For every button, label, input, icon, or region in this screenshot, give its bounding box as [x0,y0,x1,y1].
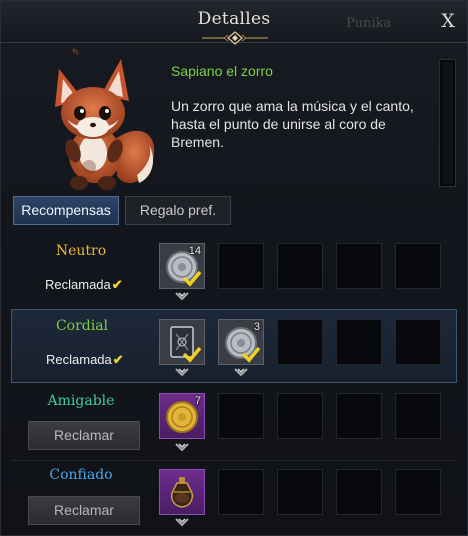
window-title: Detalles [197,9,271,29]
empty-reward-slot [277,469,323,515]
details-window: Punika Detalles X Sapiano el zorro Un zo… [0,0,468,536]
pet-name: Sapiano el zorro [171,63,273,79]
claim-button[interactable]: Reclamar [28,421,140,450]
tab-recompensas[interactable]: Recompensas [13,196,119,225]
tier-row-confiado: Confiado Reclamar [11,461,457,535]
fox-pet-portrait [55,48,155,190]
expand-chevron-icon[interactable] [174,517,190,527]
description-scrollbar[interactable] [439,59,456,187]
claimed-status: Reclamada✔ [46,352,124,368]
reward-quantity: 14 [188,245,201,257]
title-ornament-icon [202,31,268,45]
tier-row-cordial: Cordial Reclamada✔ 3 [11,309,457,383]
reward-slot[interactable] [159,469,205,515]
reward-slot[interactable]: 3 [218,319,264,365]
reward-slot[interactable] [159,319,205,365]
empty-reward-slot [218,393,264,439]
claimed-status: Reclamada✔ [45,277,123,293]
window-header: Punika Detalles X [1,1,467,45]
expand-chevron-icon[interactable] [174,367,190,377]
empty-reward-slot [336,469,382,515]
reward-slot[interactable]: 14 [159,243,205,289]
scrollbar-thumb[interactable] [442,62,453,184]
affinity-rewards-list: Neutro Reclamada✔ 14 Cordial Reclamada✔ … [11,233,457,536]
expand-chevron-icon[interactable] [174,291,190,301]
empty-reward-slot [395,319,441,365]
tier-name: Neutro [55,243,107,259]
empty-reward-slot [336,393,382,439]
check-icon: ✔ [111,277,123,292]
potion-flask-icon [170,477,194,508]
reward-slot[interactable]: 7 [159,393,205,439]
reward-quantity: 7 [194,395,201,407]
claimed-check-icon [241,346,261,363]
empty-reward-slot [336,243,382,289]
empty-reward-slot [218,243,264,289]
empty-reward-slot [336,319,382,365]
claimed-label: Reclamada [45,277,111,292]
empty-reward-slot [395,243,441,289]
tier-row-amigable: Amigable Reclamar 7 [11,385,457,459]
claimed-label: Reclamada [46,352,112,367]
claimed-check-icon [182,346,202,363]
empty-reward-slot [277,243,323,289]
empty-reward-slot [218,469,264,515]
empty-reward-slot [277,393,323,439]
pet-description: Un zorro que ama la música y el canto, h… [171,98,414,150]
close-button[interactable]: X [435,8,461,34]
tab-regalo-pref[interactable]: Regalo pref. [125,196,231,225]
tier-name: Cordial [55,318,109,334]
tier-name: Amigable [47,393,115,409]
reward-quantity: 3 [253,321,260,333]
empty-reward-slot [395,393,441,439]
tier-row-neutro: Neutro Reclamada✔ 14 [11,233,457,307]
tier-name: Confiado [49,467,113,483]
expand-chevron-icon[interactable] [233,367,249,377]
claim-button[interactable]: Reclamar [28,496,140,525]
claimed-check-icon [182,270,202,287]
empty-reward-slot [395,469,441,515]
check-icon: ✔ [112,352,124,367]
empty-reward-slot [277,319,323,365]
expand-chevron-icon[interactable] [174,442,190,452]
